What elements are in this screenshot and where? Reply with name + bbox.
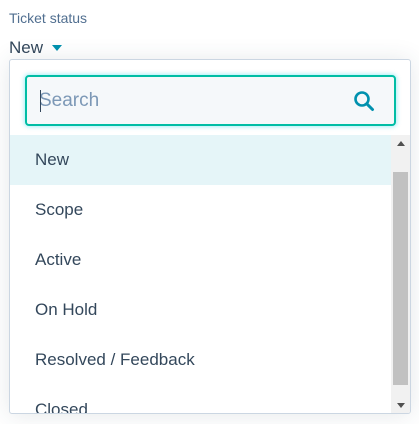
option-label: Resolved / Feedback — [35, 350, 195, 369]
list-scrollbar[interactable] — [391, 135, 410, 413]
option-on-hold[interactable]: On Hold — [10, 285, 391, 335]
option-label: Active — [35, 250, 82, 269]
scroll-thumb[interactable] — [393, 172, 408, 385]
option-label: Scope — [35, 200, 84, 219]
option-active[interactable]: Active — [10, 235, 391, 285]
ticket-status-label: Ticket status — [9, 10, 88, 26]
option-resolved-feedback[interactable]: Resolved / Feedback — [10, 335, 391, 385]
scroll-up-button[interactable] — [391, 135, 410, 152]
option-scope[interactable]: Scope — [10, 185, 391, 235]
text-cursor — [40, 90, 41, 112]
option-new[interactable]: New — [10, 135, 391, 185]
search-box — [25, 75, 396, 126]
scroll-up-arrow-icon — [396, 141, 405, 146]
option-label: On Hold — [35, 300, 98, 319]
caret-down-icon — [52, 45, 63, 51]
selected-status-value: New — [9, 38, 44, 57]
scroll-down-button[interactable] — [391, 397, 410, 413]
search-input[interactable] — [27, 77, 352, 124]
status-options-list: New Scope Active On Hold Resolved / Feed… — [10, 135, 391, 414]
status-dropdown-menu: New Scope Active On Hold Resolved / Feed… — [9, 59, 411, 414]
search-icon[interactable] — [352, 89, 376, 113]
option-label: Closed — [35, 400, 88, 414]
ticket-status-dropdown-toggle[interactable]: New — [9, 37, 63, 59]
option-closed[interactable]: Closed — [10, 385, 391, 414]
scroll-down-arrow-icon — [396, 403, 405, 408]
option-label: New — [35, 150, 70, 169]
